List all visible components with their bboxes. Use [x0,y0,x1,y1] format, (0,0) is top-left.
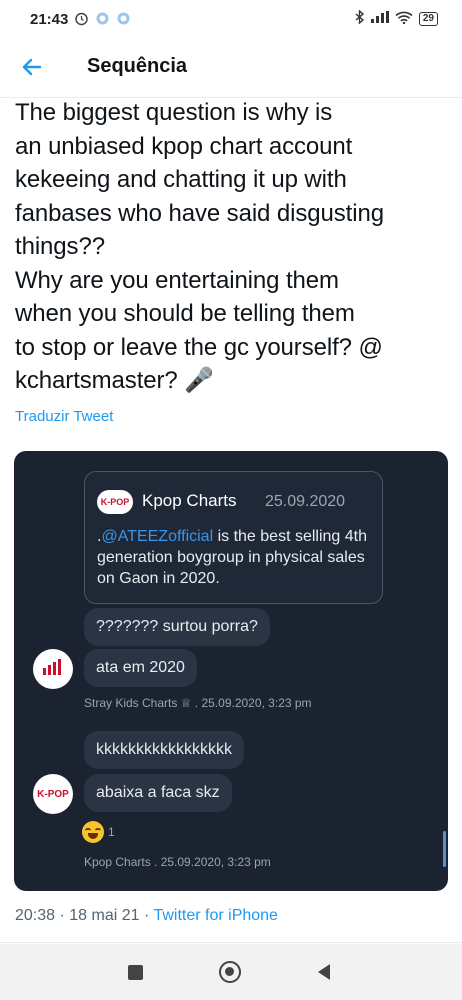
notification-dot-icon [95,11,110,26]
recents-button[interactable] [128,965,143,980]
tweet-image[interactable]: K-POP Kpop Charts 25.09.2020 .@ATEEZoffi… [14,451,448,891]
translate-tweet-link[interactable]: Traduzir Tweet [15,408,113,425]
arrow-left-icon [18,58,48,86]
mention-link: @ATEEZofficial [101,528,214,545]
chat-bubble: kkkkkkkkkkkkkkkkk [84,731,244,769]
avatar [33,649,73,689]
battery-icon: 29 [418,11,438,26]
scroll-indicator [443,831,446,867]
system-nav-bar [0,944,462,1000]
chat-bubble: abaixa a faca skz [84,774,232,812]
quoted-message: K-POP Kpop Charts 25.09.2020 .@ATEEZoffi… [84,471,383,604]
page-title: Sequência [87,55,188,77]
tweet-timestamp: 20:38 · 18 mai 21 · Twitter for iPhone [15,907,278,924]
chat-bubble: ??????? surtou porra? [84,608,270,646]
wifi-icon [395,11,413,27]
quoted-date: 25.09.2020 [265,493,346,510]
alarm-icon [74,11,89,26]
status-time: 21:43 [30,11,69,28]
back-button[interactable] [18,52,48,82]
message-meta: Kpop Charts . 25.09.2020, 3:23 pm [84,855,271,869]
tweet-source-link[interactable]: Twitter for iPhone [153,907,278,924]
laughing-emoji-icon [82,821,104,843]
reaction-count: 1 [108,825,115,839]
bluetooth-icon [355,9,365,27]
home-button[interactable] [219,961,241,983]
avatar: K-POP [33,774,73,814]
system-back-button[interactable] [318,964,330,980]
reaction: 1 [82,821,115,843]
signal-icon [370,11,389,26]
tweet-text: The biggest question is why is an unbias… [15,99,384,394]
status-bar: 21:43 29 [0,0,462,36]
kpop-charts-logo: K-POP [97,490,133,514]
chat-bubble: ata em 2020 [84,649,197,687]
message-meta: Stray Kids Charts ♕ . 25.09.2020, 3:23 p… [84,696,312,710]
notification-dot-icon [116,11,131,26]
header: Sequência [0,36,462,98]
quoted-body: .@ATEEZofficial is the best selling 4th … [97,528,368,587]
quoted-author: Kpop Charts [142,491,237,510]
bar-chart-icon [41,658,65,681]
divider [0,942,462,943]
